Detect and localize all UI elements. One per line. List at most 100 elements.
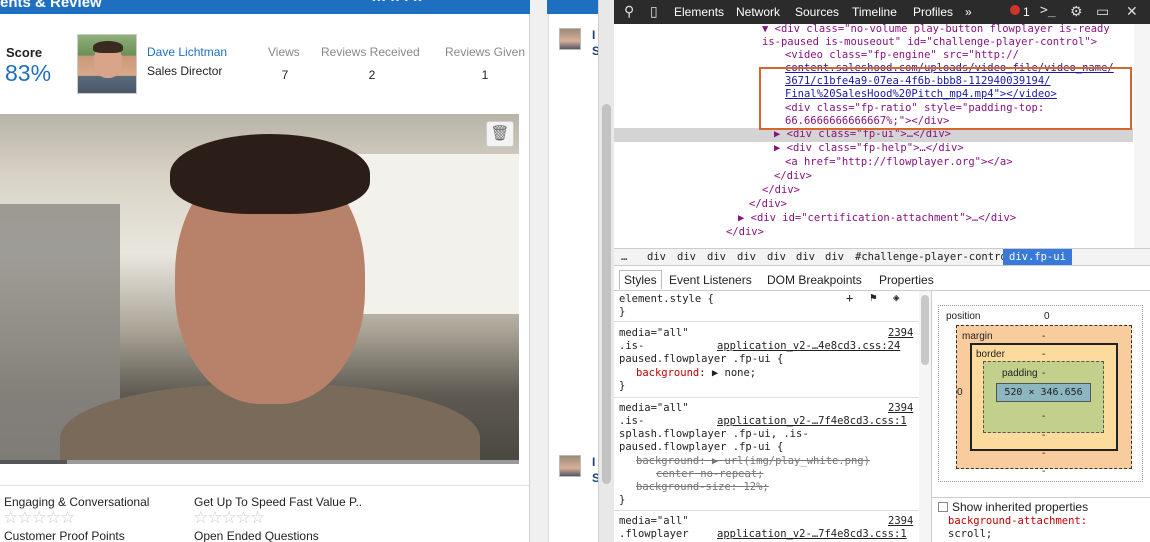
user-name-link[interactable]: Dave Lichtman: [147, 45, 227, 59]
console-drawer-icon[interactable]: >_: [1040, 3, 1056, 18]
dom-scrollbar[interactable]: [1134, 24, 1150, 248]
rule-selector[interactable]: splash.flowplayer .fp-ui, .is-: [619, 428, 809, 441]
tab-sources[interactable]: Sources: [795, 5, 839, 19]
rule-line-link[interactable]: 2394: [888, 515, 913, 528]
video-player[interactable]: [0, 114, 519, 464]
dom-line[interactable]: </div>: [749, 198, 787, 212]
gear-icon[interactable]: ⚙: [1070, 3, 1083, 20]
style-property-overridden[interactable]: background: ▶ url(img/play_white.png): [636, 455, 870, 468]
style-property-name[interactable]: background-size: [636, 481, 731, 493]
dom-line[interactable]: ▼ <div class="no-volume play-button flow…: [762, 24, 1110, 37]
border-bottom-value[interactable]: -: [1042, 430, 1045, 441]
tab-properties[interactable]: Properties: [879, 273, 934, 287]
rule-selector[interactable]: .is-: [619, 340, 644, 353]
margin-value[interactable]: -: [1042, 331, 1045, 342]
box-model-content[interactable]: 520 × 346.656: [996, 383, 1091, 402]
border-label: border: [976, 349, 1005, 360]
show-inherited-label[interactable]: Show inherited properties: [952, 500, 1088, 514]
rule-line-link[interactable]: 2394: [888, 327, 913, 340]
video-frame-person-hair: [170, 134, 370, 214]
dom-line-selected[interactable]: ▶ <div class="fp-ui">…</div>: [774, 128, 951, 142]
dom-line[interactable]: </div>: [726, 226, 764, 240]
style-property-value[interactable]: center no-repeat;: [656, 468, 763, 481]
computed-property-value[interactable]: scroll;: [948, 528, 992, 540]
dom-line[interactable]: ▶ <div id="certification-attachment">…</…: [738, 212, 1016, 226]
rule-separator: [614, 321, 919, 322]
rule-source-link[interactable]: application_v2-…7f4e8cd3.css:1: [717, 528, 907, 541]
breadcrumb-item-selected[interactable]: div.fp-ui: [1003, 249, 1072, 265]
breadcrumb-item[interactable]: div: [825, 251, 844, 263]
feed-item-avatar[interactable]: [559, 455, 581, 477]
dom-line[interactable]: <video class="fp-engine" src="http://: [785, 49, 1019, 63]
position-value[interactable]: 0: [1044, 311, 1050, 322]
computed-property[interactable]: background-attachment:: [948, 515, 1087, 527]
dom-line[interactable]: <a href="http://flowplayer.org"></a>: [785, 156, 1013, 170]
breadcrumb-item[interactable]: div: [677, 251, 696, 263]
rule-selector[interactable]: .is-: [619, 415, 644, 428]
styles-scrollbar[interactable]: [919, 291, 931, 542]
more-tabs-chevron-icon[interactable]: »: [965, 5, 972, 19]
breadcrumb-item[interactable]: …: [621, 251, 627, 263]
style-property-value[interactable]: 12%;: [743, 481, 768, 493]
scrollbar-thumb[interactable]: [602, 104, 611, 484]
dom-line[interactable]: </div>: [774, 170, 812, 184]
dom-line[interactable]: ▶ <div class="fp-help">…</div>: [774, 142, 964, 156]
breadcrumb-item[interactable]: div: [737, 251, 756, 263]
avatar-hair: [93, 41, 123, 53]
rule-source-link[interactable]: application_v2-…4e8cd3.css:24: [717, 340, 900, 353]
padding-bottom-value[interactable]: -: [1042, 411, 1045, 422]
scrollbar-thumb[interactable]: [921, 295, 929, 365]
add-style-icon[interactable]: +: [846, 292, 853, 305]
inherited-properties: Show inherited properties background-att…: [932, 497, 1150, 542]
close-icon[interactable]: ✕: [1126, 3, 1138, 20]
margin-bottom-value[interactable]: -: [1042, 448, 1045, 459]
rule-media: media="all": [619, 327, 689, 339]
breadcrumb-item[interactable]: #challenge-player-control: [855, 251, 1013, 263]
dom-line[interactable]: is-paused is-mouseout" id="challenge-pla…: [762, 36, 1097, 50]
search-icon[interactable]: ⚲: [624, 3, 634, 20]
style-property-name[interactable]: background: [636, 367, 699, 379]
rule-source-link[interactable]: application_v2-…7f4e8cd3.css:1: [717, 415, 907, 428]
dock-icon[interactable]: ▭: [1096, 3, 1109, 20]
rule-line-link[interactable]: 2394: [888, 402, 913, 415]
error-icon[interactable]: [1010, 5, 1020, 15]
border-value[interactable]: -: [1042, 349, 1045, 360]
dom-line[interactable]: </div>: [762, 184, 800, 198]
rule-selector[interactable]: paused.flowplayer .fp-ui {: [619, 353, 783, 366]
tab-profiles[interactable]: Profiles: [913, 5, 953, 19]
show-inherited-checkbox[interactable]: [938, 502, 948, 512]
computed-property-name[interactable]: background-attachment:: [948, 515, 1087, 527]
star-rating[interactable]: ☆☆☆☆☆: [193, 509, 265, 526]
tab-dom-breakpoints[interactable]: DOM Breakpoints: [767, 273, 862, 287]
color-format-icon[interactable]: ◈: [893, 291, 900, 305]
tab-timeline[interactable]: Timeline: [852, 5, 897, 19]
style-property-value[interactable]: ▶ none;: [712, 367, 756, 379]
error-count[interactable]: 1: [1023, 5, 1030, 19]
style-property-name[interactable]: background: [636, 455, 699, 467]
element-style-selector[interactable]: element.style {: [619, 293, 714, 306]
video-progress-bar[interactable]: [0, 460, 519, 464]
rule-selector[interactable]: .flowplayer: [619, 528, 689, 541]
device-mode-icon[interactable]: ▯: [650, 3, 658, 20]
padding-value[interactable]: -: [1042, 368, 1045, 379]
position-left-value[interactable]: 0: [957, 387, 963, 398]
breadcrumb-item[interactable]: div: [647, 251, 666, 263]
breadcrumb-item[interactable]: div: [796, 251, 815, 263]
breadcrumb-item[interactable]: div: [707, 251, 726, 263]
rule-selector[interactable]: paused.flowplayer .fp-ui {: [619, 441, 783, 454]
tab-elements[interactable]: Elements: [674, 5, 724, 19]
panel-header-controls[interactable]: ••• •• • ••: [372, 0, 423, 6]
tab-network[interactable]: Network: [736, 5, 780, 19]
page-scrollbar[interactable]: [598, 0, 614, 542]
tab-styles[interactable]: Styles: [619, 270, 662, 289]
style-property[interactable]: background: ▶ none;: [636, 367, 756, 380]
tab-event-listeners[interactable]: Event Listeners: [669, 273, 752, 287]
style-property-value[interactable]: ▶ url(img/play_white.png): [712, 455, 870, 467]
position-bottom-value[interactable]: -: [1042, 466, 1045, 477]
breadcrumb-item[interactable]: div: [767, 251, 786, 263]
feed-item-avatar[interactable]: [559, 28, 581, 50]
style-property-overridden[interactable]: background-size: 12%;: [636, 481, 769, 494]
star-rating[interactable]: ☆☆☆☆☆: [3, 509, 75, 526]
trash-icon[interactable]: 🗑: [486, 121, 514, 147]
pin-icon[interactable]: ⚑: [870, 291, 877, 305]
